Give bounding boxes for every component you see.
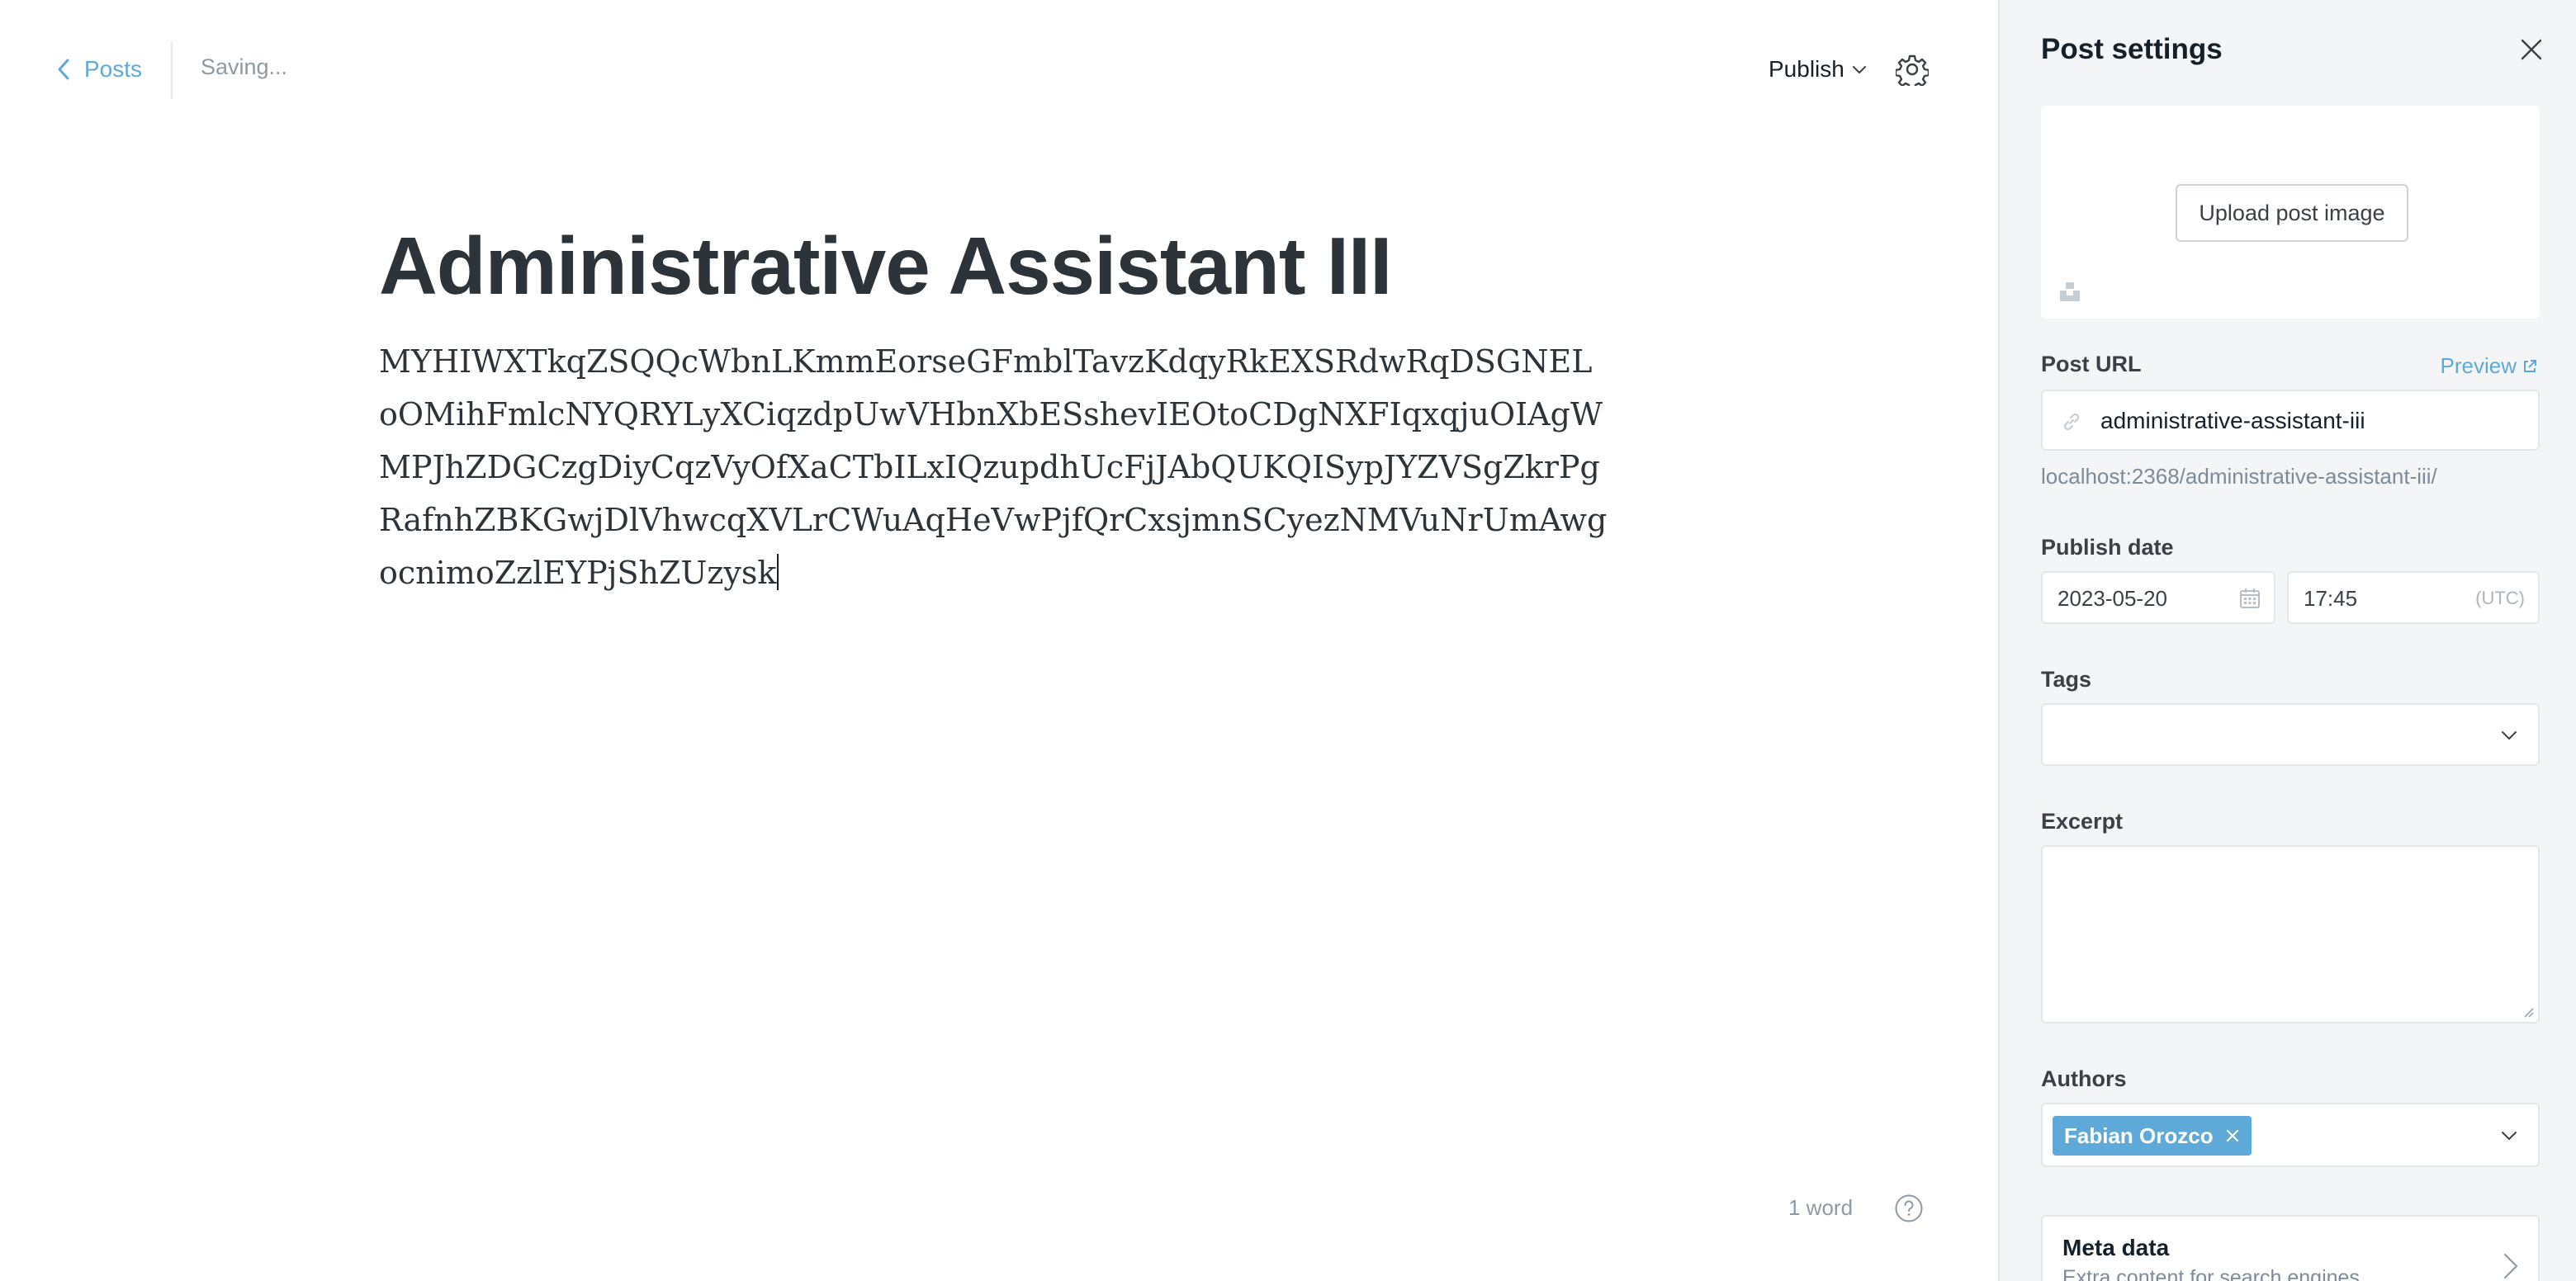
chevron-down-icon (2502, 1132, 2517, 1140)
post-body-text: MYHIWXTkqZSQQcWbnLKmmEorseGFmblTavzKdqyR… (379, 343, 1608, 591)
remove-icon[interactable] (2225, 1128, 2240, 1143)
editor-topbar: Posts Saving... Publish (0, 0, 1998, 139)
preview-label: Preview (2440, 353, 2517, 378)
text-caret (777, 554, 779, 590)
editor-pane: Posts Saving... Publish Administrative A… (0, 0, 1998, 1281)
tags-label: Tags (2041, 667, 2092, 692)
external-link-icon (2524, 359, 2536, 372)
resize-handle-icon[interactable] (2522, 1005, 2535, 1019)
unsplash-icon[interactable] (2057, 279, 2082, 304)
link-icon (2063, 413, 2080, 431)
excerpt-label: Excerpt (2041, 809, 2124, 834)
post-settings-sidebar: Post settings Upload post image Post URL… (1998, 0, 2576, 1281)
publish-time-value: 17:45 (2304, 586, 2358, 611)
chevron-down-icon (2502, 731, 2517, 740)
publish-label: Publish (1769, 56, 1844, 82)
word-count: 1 word (1788, 1195, 1854, 1220)
post-url-value: administrative-assistant-iii (2100, 408, 2365, 433)
gear-icon[interactable] (1896, 53, 1929, 86)
author-name: Fabian Orozco (2064, 1123, 2214, 1148)
publish-date-label: Publish date (2041, 535, 2174, 560)
back-to-posts-link[interactable]: Posts (56, 53, 142, 86)
publish-date-value: 2023-05-20 (2057, 586, 2167, 611)
publish-date-input[interactable]: 2023-05-20 (2041, 571, 2275, 624)
post-url-full: localhost:2368/administrative-assistant-… (2041, 464, 2437, 489)
authors-select[interactable]: Fabian Orozco (2041, 1103, 2540, 1167)
post-body-editor[interactable]: MYHIWXTkqZSQQcWbnLKmmEorseGFmblTavzKdqyR… (379, 335, 1609, 599)
help-icon[interactable] (1894, 1194, 1924, 1223)
publish-menu-button[interactable]: Publish (1769, 53, 1868, 86)
calendar-icon[interactable] (2237, 586, 2262, 611)
publish-time-input[interactable]: 17:45 (UTC) (2287, 571, 2540, 624)
author-token[interactable]: Fabian Orozco (2053, 1116, 2252, 1156)
upload-post-image-button[interactable]: Upload post image (2176, 184, 2408, 242)
chevron-right-icon (2503, 1253, 2518, 1279)
close-icon[interactable] (2518, 36, 2545, 63)
chevron-down-icon (1852, 66, 1866, 73)
tags-select[interactable] (2041, 703, 2540, 766)
timezone-label: (UTC) (2475, 588, 2525, 608)
divider (171, 41, 173, 99)
post-image-dropzone[interactable]: Upload post image (2041, 106, 2540, 319)
excerpt-textarea[interactable] (2041, 845, 2540, 1023)
post-url-input[interactable]: administrative-assistant-iii (2041, 390, 2540, 451)
post-url-label: Post URL (2041, 352, 2142, 376)
chevron-left-icon (58, 59, 69, 80)
sidebar-title: Post settings (2041, 33, 2223, 65)
save-status: Saving... (201, 54, 288, 79)
back-link-label: Posts (84, 56, 143, 82)
meta-data-panel[interactable]: Meta data Extra content for search engin… (2041, 1215, 2540, 1281)
meta-data-subtitle: Extra content for search engines (2062, 1266, 2360, 1281)
preview-link[interactable]: Preview (2441, 353, 2538, 379)
post-title[interactable]: Administrative Assistant III (379, 216, 1617, 315)
authors-label: Authors (2041, 1066, 2127, 1091)
meta-data-title: Meta data (2062, 1235, 2170, 1260)
